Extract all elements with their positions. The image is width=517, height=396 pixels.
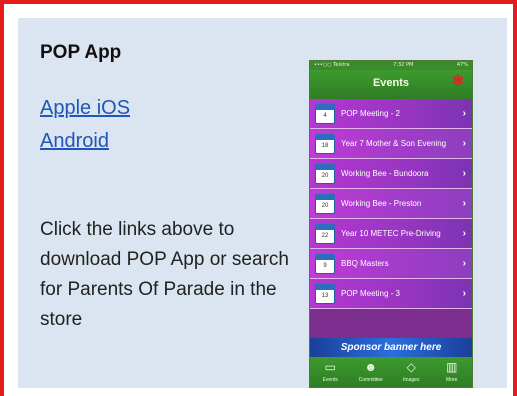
list-item: 4 POP Meeting - 2 › — [310, 99, 472, 129]
event-label: Year 10 METEC Pre-Driving — [341, 229, 441, 238]
tab-label: Images — [403, 377, 420, 383]
status-time: 7:32 PM — [393, 62, 414, 68]
calendar-icon: 22 — [315, 224, 335, 244]
chevron-right-icon: › — [462, 198, 466, 209]
status-carrier: •••○○ Telstra — [314, 62, 350, 68]
phone-tab-bar: ▭ Events ☻ Committee ◇ Images ▥ More — [310, 357, 472, 387]
images-icon: ◇ — [406, 360, 416, 374]
chevron-right-icon: › — [462, 108, 466, 119]
status-battery: 47% — [456, 62, 468, 68]
calendar-icon: 9 — [315, 254, 335, 274]
event-label: Working Bee - Preston — [341, 199, 422, 208]
tab-label: More — [446, 377, 458, 383]
more-icon: ▥ — [446, 360, 458, 374]
list-item: 20 Working Bee - Bundoora › — [310, 159, 472, 189]
android-link[interactable]: Android — [40, 130, 109, 153]
content-panel: POP App Apple iOS Android Click the link… — [18, 18, 507, 388]
apple-ios-link[interactable]: Apple iOS — [40, 97, 130, 120]
event-label: BBQ Masters — [341, 259, 389, 268]
phone-status-bar: •••○○ Telstra 7:32 PM 47% — [310, 61, 472, 70]
list-item: 22 Year 10 METEC Pre-Driving › — [310, 219, 472, 249]
page-title: POP App — [40, 42, 122, 63]
list-item: 18 Year 7 Mother & Son Evening › — [310, 129, 472, 159]
calendar-icon: ▭ — [324, 360, 336, 374]
tab-label: Events — [322, 377, 338, 383]
calendar-icon: 13 — [315, 284, 335, 304]
sponsor-banner: Sponsor banner here — [310, 338, 472, 357]
calendar-icon: 4 — [315, 104, 335, 124]
red-frame: POP App Apple iOS Android Click the link… — [0, 0, 517, 396]
calendar-icon: 20 — [315, 194, 335, 214]
event-label: POP Meeting - 2 — [341, 109, 400, 118]
event-label: Working Bee - Bundoora — [341, 169, 429, 178]
pop-logo-icon: ✱ — [451, 73, 465, 90]
chevron-right-icon: › — [462, 228, 466, 239]
tab-more: ▥ More — [433, 357, 471, 384]
calendar-icon: 18 — [315, 134, 335, 154]
event-label: Year 7 Mother & Son Evening — [341, 139, 447, 148]
chevron-right-icon: › — [462, 258, 466, 269]
list-item: 9 BBQ Masters › — [310, 249, 472, 279]
chevron-right-icon: › — [462, 288, 466, 299]
tab-images: ◇ Images — [392, 357, 430, 384]
event-label: POP Meeting - 3 — [341, 289, 400, 298]
tab-events: ▭ Events — [311, 357, 349, 384]
list-item: 13 POP Meeting - 3 › — [310, 279, 472, 309]
app-screenshot: •••○○ Telstra 7:32 PM 47% Events ✱ 4 POP… — [309, 60, 473, 388]
tab-committee: ☻ Committee — [352, 357, 390, 384]
people-icon: ☻ — [364, 360, 378, 374]
tab-label: Committee — [358, 377, 383, 383]
calendar-icon: 20 — [315, 164, 335, 184]
instructions-text: Click the links above to download POP Ap… — [40, 219, 289, 330]
list-item: 20 Working Bee - Preston › — [310, 189, 472, 219]
chevron-right-icon: › — [462, 168, 466, 179]
phone-header: Events ✱ — [310, 70, 472, 99]
chevron-right-icon: › — [462, 138, 466, 149]
events-list: 4 POP Meeting - 2 › 18 Year 7 Mother & S… — [310, 99, 472, 309]
